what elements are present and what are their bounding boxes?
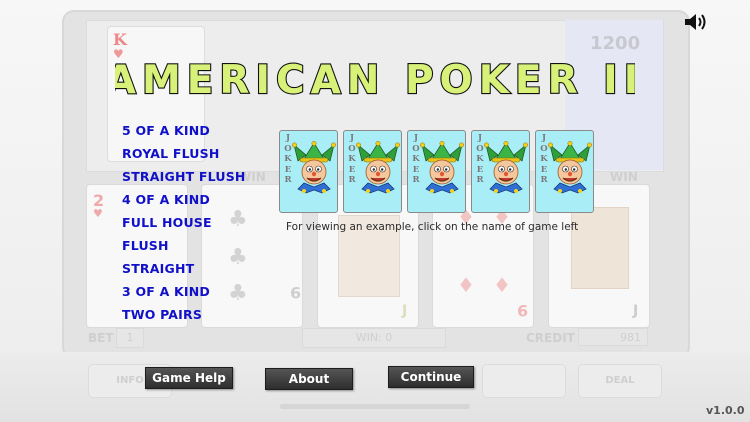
game-item-3-of-a-kind[interactable]: 3 OF A KIND [122,285,246,308]
background-bet-label: BET [88,331,114,345]
joker-face-icon [420,141,464,194]
joker-face-icon [292,141,336,194]
joker-face-icon [356,141,400,194]
game-help-button[interactable]: Game Help [145,367,233,389]
game-title: AMERICAN POKER II [0,52,750,108]
joker-card: JOKER [343,130,402,213]
background-win-readout: WIN: 0 [302,328,446,348]
continue-button[interactable]: Continue [388,366,474,388]
background-slot [280,404,470,409]
sound-toggle[interactable] [683,11,709,33]
joker-face-icon [548,141,592,194]
background-deal-button: DEAL [578,364,662,398]
joker-face-icon [484,141,528,194]
game-item-5-of-a-kind[interactable]: 5 OF A KIND [122,124,246,147]
background-credit-amount: 1200 [590,33,641,54]
hint-text: For viewing an example, click on the nam… [286,221,579,233]
background-credit-value: 981 [578,328,648,346]
joker-card: JOKER [279,130,338,213]
background-hold-button [482,364,566,398]
about-button[interactable]: About [265,368,353,390]
joker-card: JOKER [407,130,466,213]
joker-card: JOKER [471,130,530,213]
game-title-text: AMERICAN POKER II [105,57,640,104]
game-item-flush[interactable]: FLUSH [122,239,246,262]
game-list: 5 OF A KIND ROYAL FLUSH STRAIGHT FLUSH 4… [122,124,246,331]
game-item-straight[interactable]: STRAIGHT [122,262,246,285]
game-item-straight-flush[interactable]: STRAIGHT FLUSH [122,170,246,193]
background-credit-label: CREDIT [526,331,575,345]
version-label: v1.0.0 [706,404,745,417]
background-bet-value: 1 [116,328,144,348]
game-item-two-pairs[interactable]: TWO PAIRS [122,308,246,331]
background-win-right: WIN [610,170,638,184]
game-item-full-house[interactable]: FULL HOUSE [122,216,246,239]
joker-card: JOKER [535,130,594,213]
game-item-4-of-a-kind[interactable]: 4 OF A KIND [122,193,246,216]
game-item-royal-flush[interactable]: ROYAL FLUSH [122,147,246,170]
title-text: AMERICAN POKER II [115,58,635,103]
speaker-icon [685,14,706,30]
